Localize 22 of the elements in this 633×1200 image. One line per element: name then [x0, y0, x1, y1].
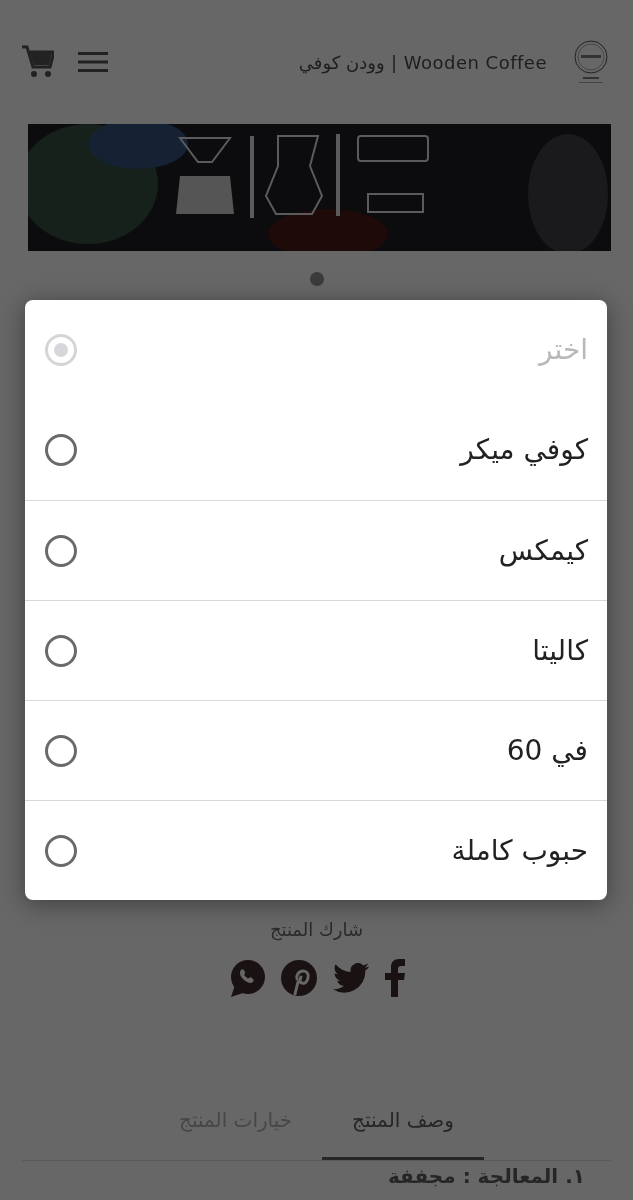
option-row[interactable]: في 60: [25, 700, 607, 800]
radio-button[interactable]: [45, 834, 77, 867]
description-text: ١. المعالجة : مجففة: [386, 1163, 586, 1190]
site-title: Wooden Coffee | وودن كوفي: [298, 50, 547, 76]
radio-button[interactable]: [45, 434, 77, 466]
logo-icon[interactable]: [571, 39, 611, 85]
radio-button[interactable]: [45, 634, 77, 667]
radio-button[interactable]: [45, 534, 77, 567]
pinterest-icon[interactable]: [280, 960, 317, 996]
radio-button[interactable]: [45, 734, 77, 767]
option-row[interactable]: كاليتا: [25, 600, 607, 700]
phone-bubble-icon[interactable]: [228, 959, 265, 997]
share-label: شارك المنتج: [269, 919, 364, 940]
option-row: اختر: [25, 300, 607, 400]
menu-icon[interactable]: [78, 51, 108, 73]
option-row[interactable]: كوفي ميكر: [25, 400, 607, 500]
option-row[interactable]: كيمكس: [25, 500, 607, 600]
option-row[interactable]: حبوب كاملة: [25, 800, 607, 900]
cart-icon[interactable]: [22, 45, 54, 79]
facebook-icon[interactable]: [384, 959, 405, 997]
carousel-dot[interactable]: [309, 272, 324, 286]
bird-icon[interactable]: [332, 963, 369, 993]
